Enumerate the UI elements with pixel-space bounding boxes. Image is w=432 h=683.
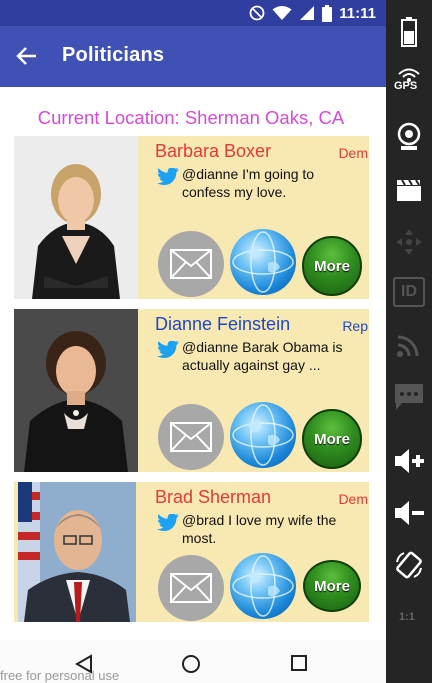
mail-icon [170, 249, 212, 279]
email-button[interactable] [158, 231, 224, 297]
more-button[interactable]: More [303, 560, 361, 612]
back-arrow-icon [16, 47, 36, 65]
battery-button[interactable] [386, 12, 432, 52]
scale-button[interactable]: 1:1 [386, 598, 432, 638]
gps-button[interactable]: GPS [386, 64, 432, 100]
tweet-text: @dianne Barak Obama is actually against … [182, 339, 343, 373]
mail-icon [170, 573, 212, 603]
clapperboard-icon [397, 179, 421, 201]
back-button[interactable] [14, 43, 40, 69]
politician-card[interactable]: Brad Sherman Dem @brad I love my wife th… [14, 482, 369, 622]
battery-icon [322, 4, 333, 22]
more-button[interactable]: More [302, 236, 362, 296]
website-button[interactable] [230, 553, 296, 619]
nav-recents-icon[interactable] [290, 654, 308, 672]
globe-icon [232, 555, 294, 617]
rotate-button[interactable] [386, 545, 432, 585]
app-bar: Politicians [0, 26, 386, 87]
phone-screen: 11:11 Politicians Current Location: Sher… [0, 0, 386, 683]
email-button[interactable] [158, 555, 224, 621]
watermark: free for personal use [0, 668, 120, 683]
rotate-icon [396, 551, 422, 579]
politician-card[interactable]: Barbara Boxer Dem @dianne I'm going to c… [14, 136, 369, 299]
volume-down-button[interactable] [386, 493, 432, 533]
tweet-text: @dianne I'm going to confess my love. [182, 166, 315, 200]
twitter-bird-icon [157, 341, 179, 359]
nav-home-icon[interactable] [181, 654, 201, 674]
twitter-bird-icon [157, 514, 179, 532]
globe-icon [232, 231, 294, 293]
email-button[interactable] [158, 404, 224, 470]
no-disturb-icon [249, 5, 265, 21]
politician-photo [14, 309, 138, 472]
volume-up-icon [395, 449, 424, 473]
page-title: Politicians [62, 44, 165, 66]
dpad-button[interactable] [386, 222, 432, 262]
politician-name: Barbara Boxer [155, 141, 272, 161]
volume-down-icon [395, 501, 424, 525]
video-button[interactable] [386, 170, 432, 210]
more-button[interactable]: More [302, 409, 362, 469]
signal-icon [300, 6, 315, 20]
party-label: Dem [338, 145, 368, 161]
gps-label: GPS [394, 80, 418, 92]
politician-name: Brad Sherman [155, 487, 272, 507]
party-label: Rep [342, 318, 368, 334]
emulator-side-panel: GPS ID 1:1 [386, 0, 432, 683]
scale-label: 1:1 [399, 611, 415, 623]
dpad-icon [396, 229, 422, 255]
politician-photo [14, 136, 138, 299]
mail-icon [170, 422, 212, 452]
globe-icon [232, 404, 294, 466]
current-location: Current Location: Sherman Oaks, CA [37, 107, 345, 128]
status-bar: 11:11 [0, 0, 386, 26]
politician-list[interactable]: Current Location: Sherman Oaks, CA Barba… [0, 87, 386, 640]
status-time: 11:11 [339, 4, 376, 22]
id-label: ID [401, 283, 417, 300]
politician-name: Dianne Feinstein [155, 314, 291, 334]
volume-up-button[interactable] [386, 441, 432, 481]
camera-button[interactable] [386, 117, 432, 157]
sms-button[interactable] [386, 377, 432, 417]
website-button[interactable] [230, 402, 296, 468]
party-label: Dem [338, 491, 368, 507]
wifi-icon [272, 6, 292, 20]
politician-photo [18, 482, 136, 622]
tweet-text: @brad I love my wife the most. [182, 512, 337, 546]
rss-icon [397, 335, 419, 357]
politician-card[interactable]: Dianne Feinstein Rep @dianne Barak Obama… [14, 309, 369, 472]
website-button[interactable] [230, 229, 296, 295]
twitter-bird-icon [157, 168, 179, 186]
id-button[interactable]: ID [386, 272, 432, 312]
battery-icon [401, 17, 417, 47]
id-badge-icon: ID [393, 277, 425, 307]
rss-button[interactable] [386, 325, 432, 365]
message-icon [395, 384, 423, 410]
webcam-icon [397, 122, 421, 150]
